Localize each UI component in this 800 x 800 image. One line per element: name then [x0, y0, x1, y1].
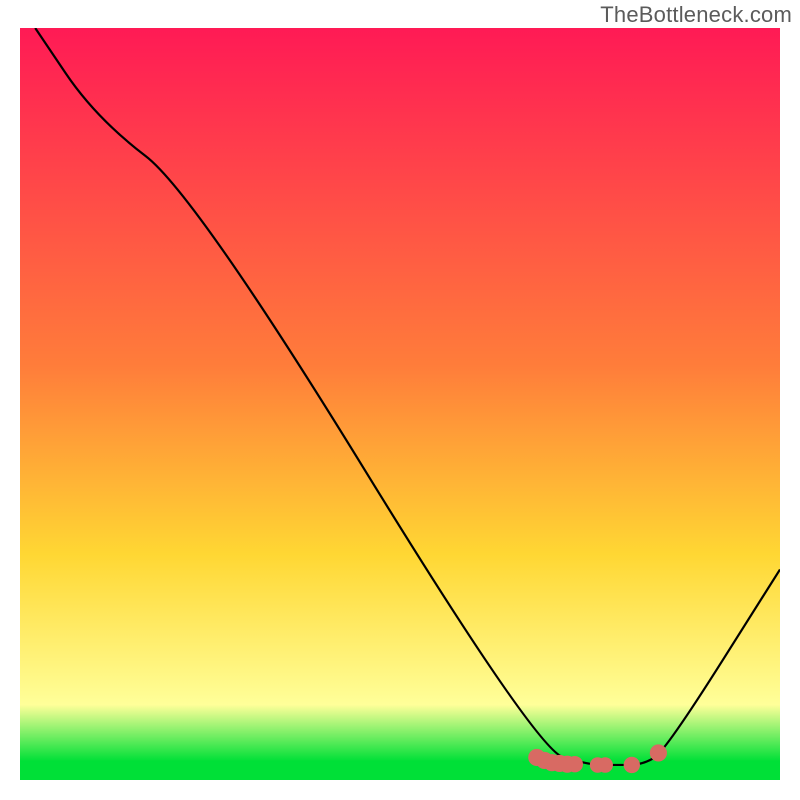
gradient-background	[20, 28, 780, 780]
chart-stage: TheBottleneck.com	[0, 0, 800, 800]
dot-8	[597, 757, 613, 773]
bottleneck-chart	[0, 0, 800, 800]
dot-9	[624, 757, 640, 773]
dot-10	[650, 744, 667, 761]
dot-6	[567, 756, 583, 772]
watermark-text: TheBottleneck.com	[600, 2, 792, 28]
